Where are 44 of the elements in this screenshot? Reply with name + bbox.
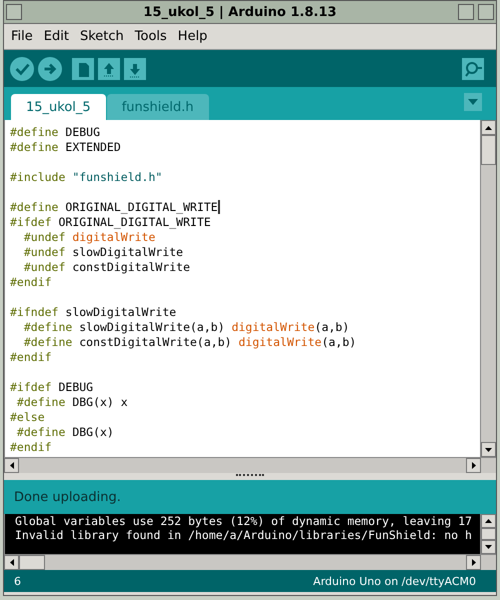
scroll-thumb[interactable] — [19, 555, 45, 570]
code-line: #endif — [10, 350, 53, 365]
verify-button[interactable] — [10, 56, 34, 80]
board-port-label: Arduino Uno on /dev/ttyACM0 — [313, 574, 476, 588]
console-line: Global variables use 252 bytes (12%) of dynamic memory, leaving 17 — [15, 514, 473, 528]
code-line: #include "funshield.h" — [10, 170, 164, 185]
code-line: #define constDigitalWrite(a,b) digitalWrite(a,b) — [22, 335, 358, 350]
scroll-thumb[interactable] — [481, 135, 496, 165]
menu-item[interactable]: Sketch — [78, 27, 125, 46]
code-line: #define EXTENDED — [10, 140, 122, 155]
code-line: #ifdef DEBUG — [10, 380, 94, 395]
code-line: #ifdef ORIGINAL_DIGITAL_WRITE — [10, 215, 212, 230]
console-line: Invalid library found in /home/a/Arduino/libraries/FunShield: no h — [15, 528, 473, 542]
new-button[interactable] — [72, 58, 94, 80]
status-message: Done uploading. — [14, 490, 121, 504]
window-title: 15_ukol_5 | Arduino 1.8.13 — [142, 4, 338, 20]
caret-icon — [468, 99, 478, 105]
code-line: #define slowDigitalWrite(a,b) digitalWrite(a,b) — [22, 320, 350, 335]
code-line: #define DBG(x) x — [16, 395, 129, 410]
menu-item[interactable]: Tools — [134, 27, 168, 46]
serial-monitor-button[interactable] — [462, 58, 484, 80]
editor-tab[interactable]: 15_ukol_5 — [11, 94, 106, 120]
code-line: #endif — [10, 275, 53, 290]
code-line: #undef digitalWrite — [22, 230, 156, 245]
code-line: #undef constDigitalWrite — [22, 260, 192, 275]
menu-item[interactable]: File — [10, 27, 34, 46]
code-line: #else — [10, 410, 46, 425]
window-menu-button[interactable] — [6, 4, 22, 20]
code-line: #define ORIGINAL_DIGITAL_WRITE — [10, 200, 221, 215]
code-line: #endif — [10, 440, 53, 455]
code-line: #undef slowDigitalWrite — [22, 245, 184, 260]
line-number: 6 — [14, 574, 21, 588]
menu-item[interactable]: Help — [176, 27, 208, 46]
code-line: #ifndef slowDigitalWrite — [10, 305, 178, 320]
scroll-thumb[interactable] — [481, 528, 496, 540]
code-line: #define DEBUG — [10, 125, 102, 140]
maximize-button[interactable] — [478, 4, 494, 20]
code-line: #define DBG(x) — [16, 425, 115, 440]
save-button[interactable] — [124, 58, 146, 80]
open-button[interactable] — [98, 58, 120, 80]
menu-item[interactable]: Edit — [42, 27, 70, 46]
tab-menu-button[interactable] — [464, 93, 482, 111]
upload-button[interactable] — [38, 56, 62, 80]
minimize-button[interactable] — [458, 4, 474, 20]
